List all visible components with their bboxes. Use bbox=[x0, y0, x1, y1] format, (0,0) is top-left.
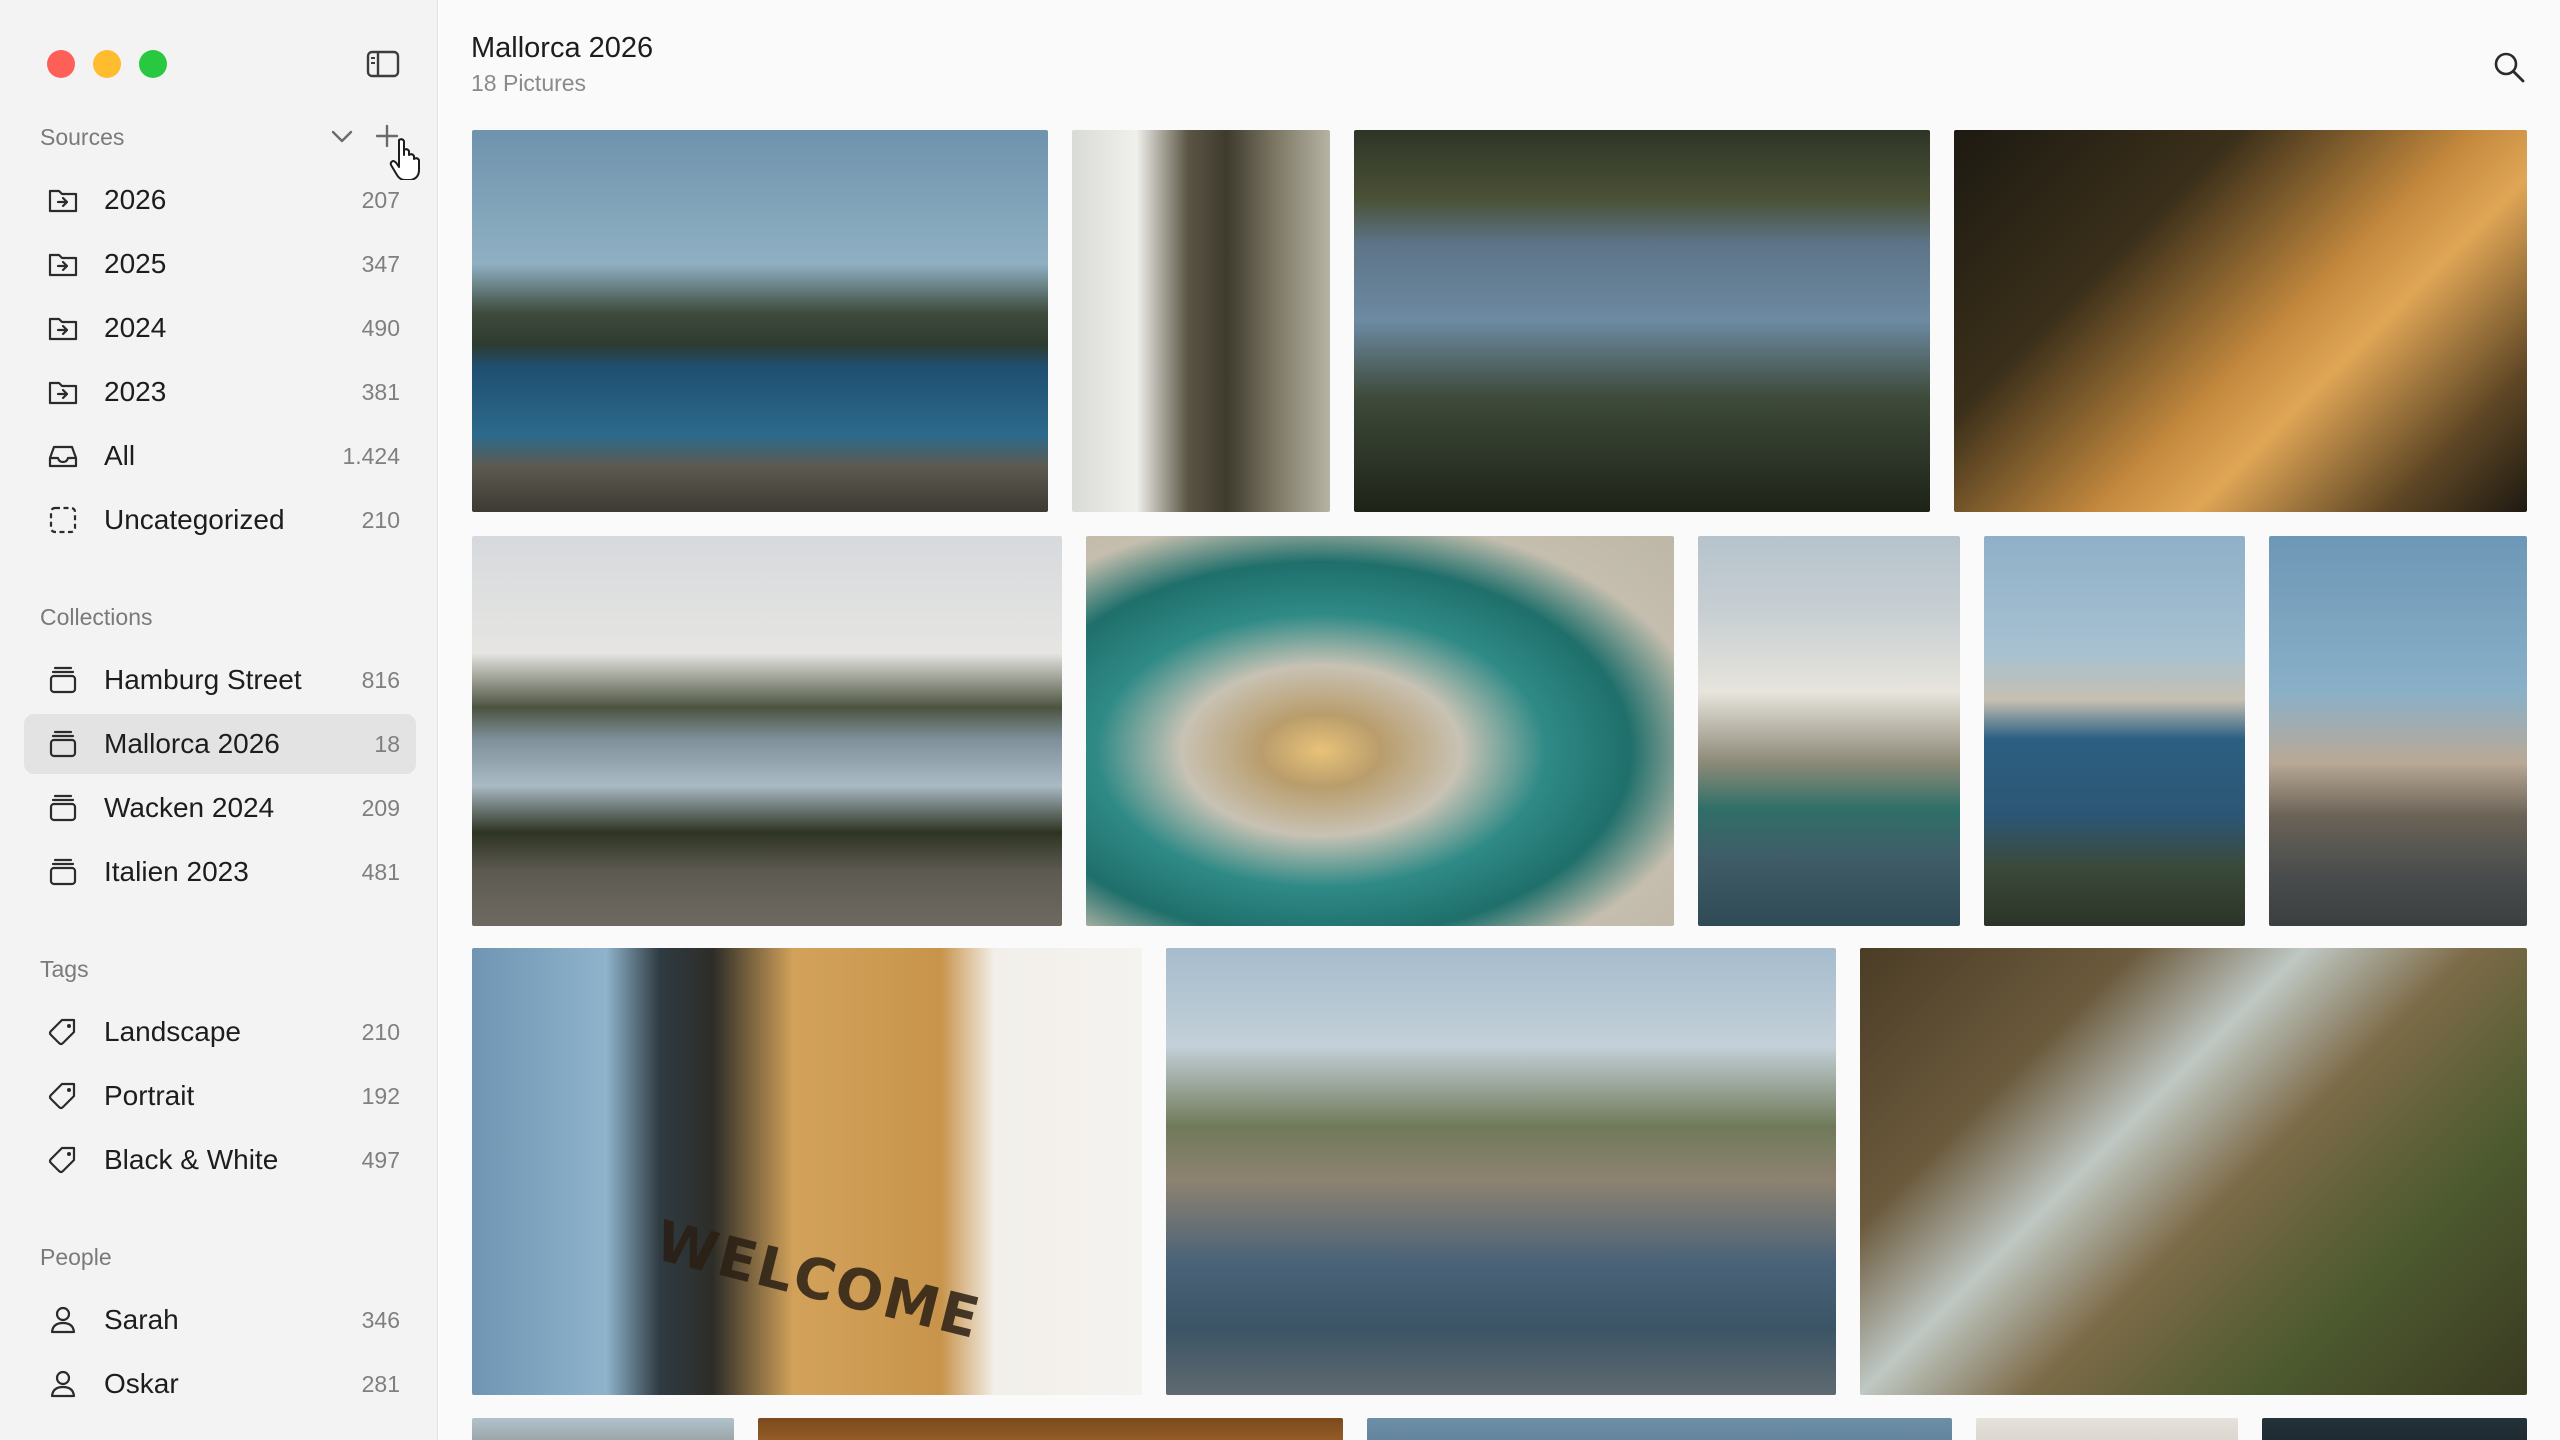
sidebar-item-2024[interactable]: 2024 490 bbox=[24, 298, 416, 358]
tag-icon bbox=[46, 1015, 80, 1049]
sidebar-item-label: All bbox=[104, 440, 136, 471]
sidebar-item-label: Hamburg Street bbox=[104, 664, 302, 695]
sidebar-item-oskar[interactable]: Oskar 281 bbox=[24, 1354, 416, 1414]
people-heading: People bbox=[40, 1244, 112, 1270]
collections-heading: Collections bbox=[40, 604, 153, 630]
sidebar-item-mallorca-2026[interactable]: Mallorca 2026 18 bbox=[24, 714, 416, 774]
person-icon bbox=[46, 1367, 80, 1401]
picture-count: 18 Pictures bbox=[471, 70, 587, 96]
sidebar-item-count: 346 bbox=[361, 1306, 400, 1333]
photo-thumbnail[interactable] bbox=[2262, 1418, 2527, 1440]
folder-import-icon bbox=[46, 375, 80, 409]
sidebar-item-count: 192 bbox=[361, 1082, 400, 1109]
sidebar-item-2026[interactable]: 2026 207 bbox=[24, 170, 416, 230]
folder-import-icon bbox=[46, 247, 80, 281]
sidebar-item-count: 490 bbox=[361, 314, 400, 341]
welcome-mat-text: WELCOME bbox=[649, 1208, 988, 1353]
sidebar-item-black-white[interactable]: Black & White 497 bbox=[24, 1130, 416, 1190]
sidebar: Sources 2026 207 2025 347 2024 490 2023 bbox=[0, 0, 438, 1440]
sidebar-item-count: 281 bbox=[361, 1370, 400, 1397]
tag-icon bbox=[46, 1143, 80, 1177]
sidebar-item-2023[interactable]: 2023 381 bbox=[24, 362, 416, 422]
photo-thumbnail[interactable] bbox=[1698, 536, 1960, 926]
sidebar-item-count: 209 bbox=[361, 794, 400, 821]
photo-thumbnail[interactable] bbox=[1367, 1418, 1952, 1440]
sidebar-item-count: 481 bbox=[361, 858, 400, 885]
close-window-button[interactable] bbox=[47, 50, 75, 78]
sidebar-item-label: Wacken 2024 bbox=[104, 792, 275, 823]
photo-thumbnail[interactable] bbox=[1166, 948, 1836, 1395]
sidebar-item-count: 381 bbox=[361, 378, 400, 405]
chevron-down-icon[interactable] bbox=[330, 128, 354, 146]
sidebar-item-label: Uncategorized bbox=[104, 504, 285, 535]
sidebar-item-count: 497 bbox=[361, 1146, 400, 1173]
sidebar-item-all[interactable]: All 1.424 bbox=[24, 426, 416, 486]
sidebar-item-2025[interactable]: 2025 347 bbox=[24, 234, 416, 294]
stack-icon bbox=[46, 663, 80, 697]
stack-icon bbox=[46, 791, 80, 825]
photo-thumbnail[interactable] bbox=[1976, 1418, 2238, 1440]
sidebar-item-count: 210 bbox=[361, 506, 400, 533]
minimize-window-button[interactable] bbox=[93, 50, 121, 78]
photo-thumbnail[interactable] bbox=[1860, 948, 2527, 1395]
stack-icon bbox=[46, 855, 80, 889]
photo-thumbnail[interactable] bbox=[1354, 130, 1930, 512]
sidebar-item-label: Black & White bbox=[104, 1144, 279, 1175]
sidebar-item-sarah[interactable]: Sarah 346 bbox=[24, 1290, 416, 1350]
photo-thumbnail[interactable] bbox=[1954, 130, 2527, 512]
sidebar-item-count: 207 bbox=[361, 186, 400, 213]
sidebar-item-italien-2023[interactable]: Italien 2023 481 bbox=[24, 842, 416, 902]
sidebar-item-count: 1.424 bbox=[342, 442, 400, 469]
photo-browser: Mallorca 2026 18 Pictures WELCOME bbox=[439, 0, 2560, 1440]
dashed-square-icon bbox=[46, 503, 80, 537]
tags-heading: Tags bbox=[40, 956, 89, 982]
photo-thumbnail[interactable] bbox=[1086, 536, 1674, 926]
sidebar-item-label: 2025 bbox=[104, 248, 167, 279]
stack-icon bbox=[46, 727, 80, 761]
sidebar-item-hamburg-street[interactable]: Hamburg Street 816 bbox=[24, 650, 416, 710]
sidebar-item-count: 18 bbox=[374, 730, 400, 757]
sidebar-item-uncategorized[interactable]: Uncategorized 210 bbox=[24, 490, 416, 550]
sidebar-item-label: Portrait bbox=[104, 1080, 195, 1111]
sidebar-item-portrait[interactable]: Portrait 192 bbox=[24, 1066, 416, 1126]
sidebar-item-label: Oskar bbox=[104, 1368, 179, 1399]
sidebar-item-label: Mallorca 2026 bbox=[104, 728, 280, 759]
tray-icon bbox=[46, 439, 80, 473]
photo-thumbnail[interactable] bbox=[1072, 130, 1330, 512]
sidebar-item-landscape[interactable]: Landscape 210 bbox=[24, 1002, 416, 1062]
photo-thumbnail[interactable] bbox=[472, 1418, 734, 1440]
page-title: Mallorca 2026 bbox=[471, 32, 654, 64]
zoom-window-button[interactable] bbox=[139, 50, 167, 78]
folder-import-icon bbox=[46, 311, 80, 345]
sidebar-item-count: 816 bbox=[361, 666, 400, 693]
photo-thumbnail[interactable] bbox=[2269, 536, 2527, 926]
sidebar-item-label: Landscape bbox=[104, 1016, 242, 1047]
sidebar-item-label: Sarah bbox=[104, 1304, 179, 1335]
sidebar-item-label: 2024 bbox=[104, 312, 167, 343]
photo-thumbnail[interactable] bbox=[1984, 536, 2245, 926]
person-icon bbox=[46, 1303, 80, 1337]
search-icon[interactable] bbox=[2492, 50, 2526, 84]
tag-icon bbox=[46, 1079, 80, 1113]
sidebar-item-wacken-2024[interactable]: Wacken 2024 209 bbox=[24, 778, 416, 838]
sidebar-item-label: Italien 2023 bbox=[104, 856, 249, 887]
photo-thumbnail[interactable] bbox=[472, 130, 1048, 512]
sidebar-toggle-icon[interactable] bbox=[366, 49, 400, 79]
sources-heading: Sources bbox=[40, 124, 125, 150]
window-controls bbox=[47, 50, 167, 78]
sidebar-item-count: 210 bbox=[361, 1018, 400, 1045]
photo-thumbnail[interactable] bbox=[758, 1418, 1343, 1440]
photo-thumbnail[interactable]: WELCOME bbox=[472, 948, 1142, 1395]
sidebar-item-label: 2026 bbox=[104, 184, 167, 215]
photo-thumbnail[interactable] bbox=[472, 536, 1062, 926]
sidebar-item-label: 2023 bbox=[104, 376, 167, 407]
folder-import-icon bbox=[46, 183, 80, 217]
sidebar-item-count: 347 bbox=[361, 250, 400, 277]
